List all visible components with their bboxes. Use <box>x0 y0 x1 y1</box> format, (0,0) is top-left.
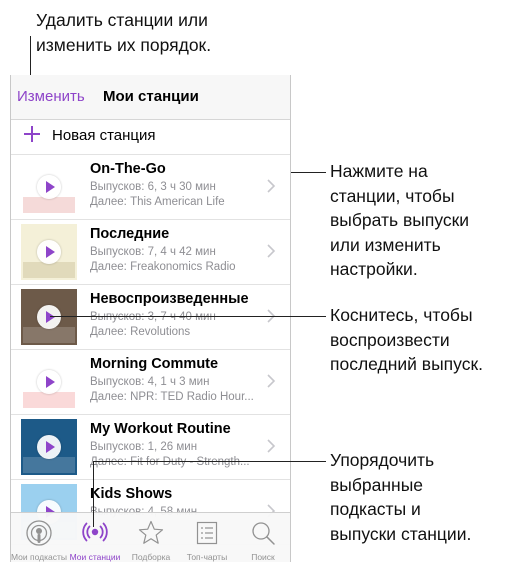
callout-line: выбранные <box>330 474 424 495</box>
station-episode-count: Выпусков: 3, 7 ч 40 мин <box>90 311 216 323</box>
station-name: Morning Commute <box>90 356 219 372</box>
play-button[interactable] <box>37 240 61 264</box>
callout-play: Коснитесь, чтобы воспроизвести последний… <box>330 303 507 377</box>
new-station-button[interactable]: Новая станция <box>11 120 290 155</box>
tab-label: Мои подкасты <box>10 552 67 562</box>
search-icon <box>252 522 275 545</box>
station-episode-count: Выпусков: 7, 4 ч 42 мин <box>90 246 216 258</box>
tab-search[interactable]: Поиск <box>235 513 290 562</box>
callout-line: станции, чтобы <box>330 185 455 206</box>
chevron-right-icon <box>267 244 276 258</box>
play-button[interactable] <box>37 370 61 394</box>
page-title: Мои станции <box>103 88 199 105</box>
tab-my-stations[interactable]: Мои станции <box>67 513 123 562</box>
station-next-up: Далее: Freakonomics Radio <box>90 261 236 273</box>
station-episode-count: Выпусков: 4, 1 ч 3 мин <box>90 376 210 388</box>
chevron-right-icon <box>267 374 276 388</box>
navigation-bar: Изменить Мои станции <box>11 75 290 120</box>
callout-line: Коснитесь, чтобы <box>330 305 473 325</box>
station-artwork <box>21 419 77 475</box>
leader-line-order-h <box>93 461 326 462</box>
tab-label: Топ-чарты <box>186 552 228 562</box>
station-next-up: Далее: NPR: TED Radio Hour... <box>90 391 254 403</box>
leader-line-play <box>50 316 326 317</box>
chevron-right-icon <box>267 439 276 453</box>
podcast-icon <box>26 520 52 546</box>
station-artwork <box>21 159 77 215</box>
station-row[interactable]: Последние Выпусков: 7, 4 ч 42 мин Далее: F… <box>11 220 290 285</box>
tab-label: Подборка <box>131 552 171 562</box>
callout-order: Упорядочить выбранные подкасты и выпуски… <box>330 448 507 546</box>
callout-line: выбрать выпуски <box>330 210 470 230</box>
callout-line: настройки. <box>330 259 418 279</box>
tab-my-podcasts[interactable]: Мои подкасты <box>11 513 67 562</box>
play-button[interactable] <box>37 305 61 329</box>
edit-button[interactable]: Изменить <box>17 88 85 105</box>
callout-line: последний выпуск. <box>330 354 483 374</box>
tab-label: Мои станции <box>69 552 121 562</box>
station-row[interactable]: Невоспроизведенные Выпусков: 3, 7 ч 40 ми… <box>11 285 290 350</box>
tab-label: Поиск <box>251 552 275 562</box>
leader-line-order-v <box>93 461 94 527</box>
callout-line: воспроизвести <box>330 329 450 350</box>
station-next-up: Далее: Revolutions <box>90 326 191 338</box>
leader-line-edit <box>30 36 31 78</box>
callout-edit-hint: Удалить станции или изменить их порядок. <box>36 8 266 57</box>
star-icon <box>138 520 164 544</box>
callout-line: или изменить <box>330 234 441 255</box>
station-next-up: Далее: This American Life <box>90 196 225 208</box>
station-name: My Workout Routine <box>90 421 231 437</box>
play-button[interactable] <box>37 175 61 199</box>
tab-featured[interactable]: Подборка <box>123 513 179 562</box>
station-name: Последние <box>90 226 170 242</box>
callout-line: Удалить станции или <box>36 10 208 30</box>
station-row[interactable]: Morning Commute Выпусков: 4, 1 ч 3 мин Дал… <box>11 350 290 415</box>
phone-screen: Изменить Мои станции Новая станция On-Th… <box>10 75 291 562</box>
station-row[interactable]: On-The-Go Выпусков: 6, 3 ч 30 мин Далее: T… <box>11 155 290 220</box>
station-next-up: Далее: Fit for Duty - Strength... <box>90 456 250 468</box>
station-name: Невоспроизведенные <box>90 291 249 307</box>
station-name: On-The-Go <box>90 161 166 177</box>
station-episode-count: Выпусков: 1, 26 мин <box>90 441 198 453</box>
station-name: Kids Shows <box>90 486 173 502</box>
play-button[interactable] <box>37 435 61 459</box>
callout-line: выпуски станции. <box>330 523 472 544</box>
station-row[interactable]: My Workout Routine Выпусков: 1, 26 мин Дал… <box>11 415 290 480</box>
new-station-label: Новая станция <box>52 127 156 144</box>
stations-icon <box>82 522 108 542</box>
station-artwork <box>21 354 77 410</box>
chevron-right-icon <box>267 179 276 193</box>
callout-line: Нажмите на <box>330 161 428 181</box>
tab-top-charts[interactable]: Топ-чарты <box>179 513 235 562</box>
tab-bar: Мои подкасты Мои станции Подборка Топ-ча… <box>11 512 290 562</box>
station-artwork <box>21 224 77 280</box>
callout-line: подкасты и <box>330 499 421 519</box>
list-icon <box>196 521 218 545</box>
callout-tap-station: Нажмите на станции, чтобы выбрать выпуск… <box>330 159 507 282</box>
station-artwork <box>21 289 77 345</box>
plus-icon <box>24 126 40 142</box>
station-episode-count: Выпусков: 6, 3 ч 30 мин <box>90 181 216 193</box>
callout-line: Упорядочить <box>330 450 435 470</box>
callout-line: изменить их порядок. <box>36 34 212 55</box>
